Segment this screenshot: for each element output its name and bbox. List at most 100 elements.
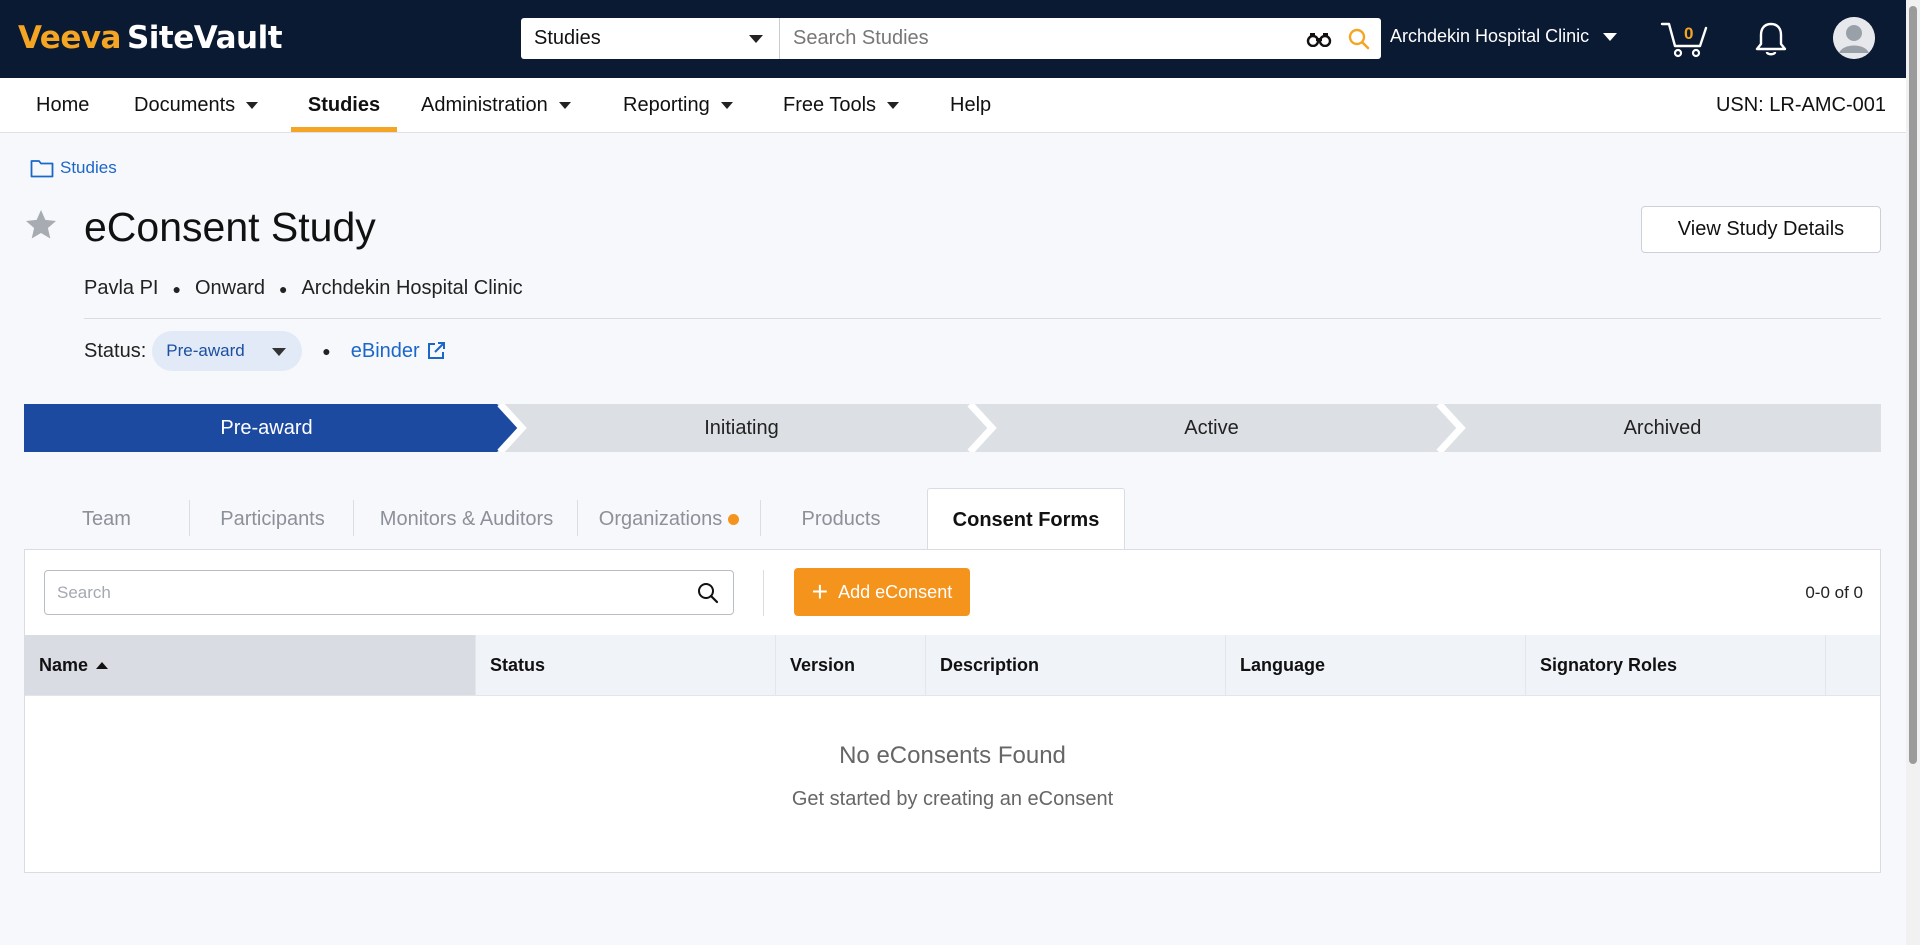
binoculars-icon[interactable] [1301, 18, 1337, 59]
consent-forms-panel: + Add eConsent 0-0 of 0 Name Status Vers… [24, 549, 1881, 873]
breadcrumb-studies: Studies [60, 158, 117, 177]
nav-administration[interactable]: Administration [421, 78, 571, 132]
sort-ascending-icon [96, 661, 109, 669]
ebinder-link[interactable]: eBinder [351, 340, 446, 363]
stage-initiating: Initiating [704, 416, 779, 439]
chevron-down-icon [749, 35, 763, 43]
study-sponsor: Onward [194, 277, 265, 299]
separator-dot: ● [278, 280, 288, 297]
chevron-down-icon [887, 101, 900, 109]
page-title: eConsent Study [84, 204, 376, 250]
user-avatar[interactable] [1833, 17, 1875, 59]
separator-dot: ● [322, 343, 331, 359]
notification-dot-icon [728, 513, 740, 525]
consent-search-input[interactable] [45, 581, 683, 604]
chevron-down-icon [1603, 32, 1618, 41]
tab-organizations[interactable]: Organizations [578, 488, 760, 550]
column-header-language[interactable]: Language [1226, 635, 1526, 695]
organization-name: Archdekin Hospital Clinic [1390, 26, 1590, 46]
column-version-label: Version [790, 654, 856, 675]
page-scrollbar[interactable] [1906, 0, 1920, 945]
stage-pre-award: Pre-award [220, 416, 313, 439]
global-search: Studies [521, 18, 1381, 59]
consent-search [44, 570, 734, 615]
main-nav: Home Documents Studies Administration Re… [0, 78, 1906, 133]
empty-state-title: No eConsents Found [839, 742, 1066, 769]
column-header-name[interactable]: Name [25, 635, 476, 695]
folder-icon [30, 160, 54, 178]
nav-administration-label: Administration [421, 93, 548, 116]
logo-veeva-text: Veeva [18, 20, 121, 56]
nav-documents[interactable]: Documents [134, 78, 259, 132]
nav-home-label: Home [36, 93, 90, 116]
chevron-down-icon [246, 101, 259, 109]
study-site: Archdekin Hospital Clinic [301, 277, 523, 299]
study-meta: Pavla PI ● Onward ● Archdekin Hospital C… [84, 277, 523, 300]
chevron-down-icon [272, 348, 287, 356]
tab-consent-forms[interactable]: Consent Forms [927, 488, 1125, 551]
search-scope-value: Studies [534, 27, 601, 49]
nav-studies-label: Studies [307, 93, 381, 116]
breadcrumb[interactable]: Studies [30, 158, 117, 178]
favorite-star-icon[interactable] [23, 207, 59, 248]
study-tabs: Team Participants Monitors & Auditors Or… [24, 488, 1881, 551]
ebinder-label: eBinder [350, 339, 420, 362]
nav-studies[interactable]: Studies [291, 78, 397, 132]
search-scope-select[interactable]: Studies [521, 18, 780, 59]
tab-products-label: Products [801, 507, 881, 530]
nav-free-tools-label: Free Tools [783, 93, 877, 116]
tab-team[interactable]: Team [24, 488, 189, 550]
column-name-label: Name [39, 654, 89, 675]
column-description-label: Description [940, 654, 1040, 675]
plus-icon: + [811, 576, 829, 607]
search-input[interactable] [780, 18, 1301, 59]
cart-button[interactable]: 0 [1660, 18, 1710, 60]
nav-help-label: Help [950, 93, 992, 116]
nav-reporting[interactable]: Reporting [623, 78, 733, 132]
status-value: Pre-award [166, 341, 245, 360]
status-dropdown[interactable]: Pre-award [152, 331, 303, 371]
column-header-version[interactable]: Version [776, 635, 926, 695]
tab-participants[interactable]: Participants [190, 488, 355, 550]
column-header-status[interactable]: Status [476, 635, 776, 695]
nav-help[interactable]: Help [950, 78, 991, 132]
search-icon[interactable] [683, 582, 733, 604]
study-pi: Pavla PI [84, 277, 159, 299]
external-link-icon [427, 342, 445, 359]
column-header-signatory-roles[interactable]: Signatory Roles [1526, 635, 1826, 695]
header-divider [84, 318, 1881, 319]
user-icon [1833, 17, 1875, 59]
nav-home[interactable]: Home [36, 78, 89, 132]
top-bar: Veeva SiteVault Studies Archdekin Hospi [0, 0, 1906, 78]
tab-monitors-auditors-label: Monitors & Auditors [379, 507, 554, 530]
nav-reporting-label: Reporting [623, 93, 710, 116]
search-icon[interactable] [1337, 18, 1381, 59]
nav-free-tools[interactable]: Free Tools [783, 78, 900, 132]
table-header: Name Status Version Description Language… [25, 635, 1880, 696]
toolbar-divider [763, 570, 764, 616]
nav-documents-label: Documents [134, 93, 236, 116]
tab-products[interactable]: Products [761, 488, 921, 550]
view-study-details-button[interactable]: View Study Details [1641, 206, 1881, 253]
scrollbar-thumb[interactable] [1909, 6, 1917, 764]
stage-archived: Archived [1623, 416, 1702, 439]
empty-state-subtitle: Get started by creating an eConsent [791, 788, 1114, 810]
result-count: 0-0 of 0 [1805, 583, 1863, 602]
column-header-description[interactable]: Description [926, 635, 1226, 695]
notifications-button[interactable] [1754, 20, 1788, 58]
tab-participants-label: Participants [220, 507, 325, 530]
separator-dot: ● [172, 280, 181, 297]
organization-selector[interactable]: Archdekin Hospital Clinic [1390, 26, 1618, 47]
column-language-label: Language [1240, 654, 1326, 675]
add-econsent-button[interactable]: + Add eConsent [794, 568, 970, 616]
tab-team-label: Team [82, 507, 131, 530]
usn-label: USN: LR-AMC-001 [1715, 93, 1886, 116]
veeva-sitevault-logo[interactable]: Veeva SiteVault [18, 18, 283, 58]
tab-consent-forms-label: Consent Forms [952, 508, 1100, 531]
tab-organizations-label: Organizations [598, 507, 723, 530]
logo-product-text: SiteVault [126, 20, 283, 56]
add-econsent-label: Add eConsent [838, 581, 953, 602]
bell-icon [1755, 22, 1787, 56]
cart-count: 0 [1684, 24, 1694, 43]
tab-monitors-auditors[interactable]: Monitors & Auditors [354, 488, 579, 550]
